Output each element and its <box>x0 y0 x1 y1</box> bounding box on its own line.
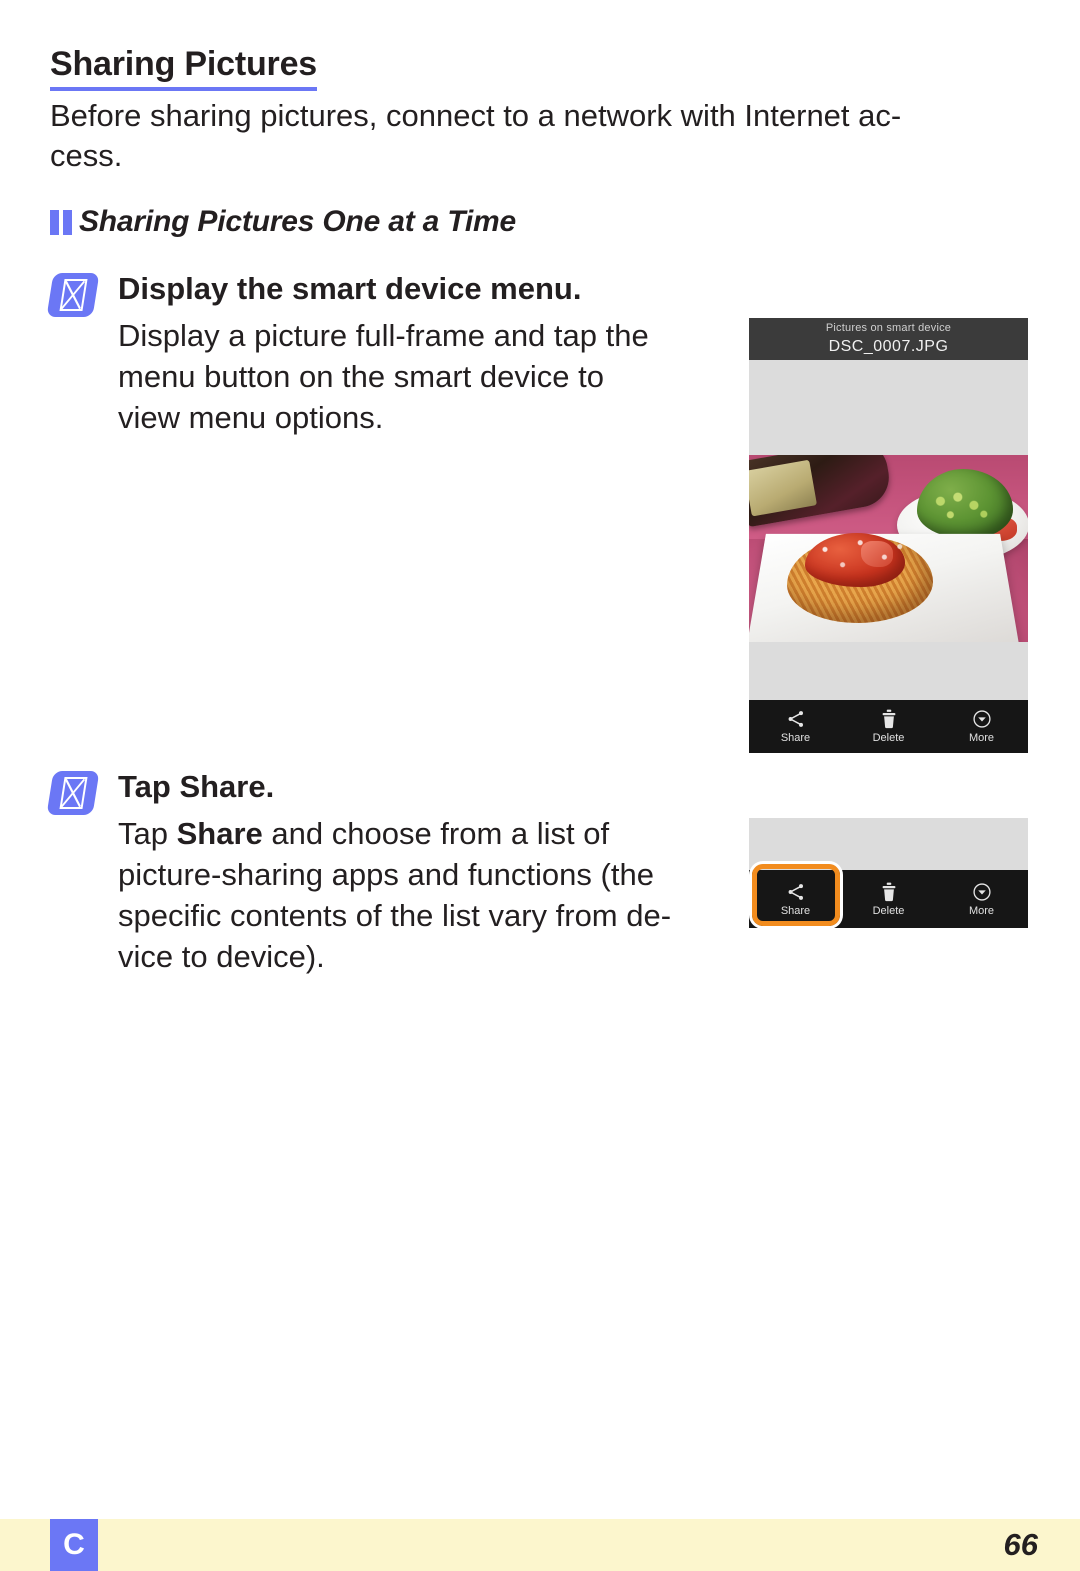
more-button-label: More <box>968 732 995 744</box>
share-button-highlighted[interactable]: Share <box>749 870 842 928</box>
intro-line-2: cess. <box>50 138 123 174</box>
subsection-heading-label: Sharing Pictures One at a Time <box>79 205 516 238</box>
page-footer: C 66 <box>0 1519 1080 1571</box>
step-1-body: Display a picture full-frame and tap the… <box>118 315 740 439</box>
step-2-body-line-2: picture-sharing apps and functions (the <box>118 856 654 892</box>
device-toolbar: Share Delete More <box>749 700 1028 753</box>
photo-spaghetti <box>749 455 1028 642</box>
device-header-caption: Pictures on smart device <box>825 322 952 334</box>
page-number: 66 <box>1003 1527 1038 1562</box>
step-2-line1-bold: Share <box>176 815 263 851</box>
delete-button[interactable]: Delete <box>842 700 935 753</box>
share-icon <box>786 708 806 730</box>
share-button-label: Share <box>780 904 811 917</box>
page-title: Sharing Pictures <box>50 47 317 91</box>
step-1-body-line-3: view menu options. <box>118 400 384 436</box>
instruction-step-1: Display the smart device menu. Display a… <box>46 270 740 439</box>
trash-icon <box>880 708 898 730</box>
smart-device-screenshot: Pictures on smart device DSC_0007.JPG Sh… <box>749 318 1028 753</box>
delete-button-label: Delete <box>872 904 905 917</box>
more-circle-chevron-icon <box>972 708 992 730</box>
double-bar-icon <box>50 209 72 235</box>
manual-page: Sharing Pictures Before sharing pictures… <box>0 0 1080 1571</box>
step-1-body-line-1: Display a picture full-frame and tap the <box>118 317 649 353</box>
step-2-title-suffix: . <box>265 769 275 804</box>
more-button[interactable]: More <box>935 700 1028 753</box>
device-header: Pictures on smart device DSC_0007.JPG <box>749 318 1028 360</box>
intro-line-1: Before sharing pictures, connect to a ne… <box>50 98 902 133</box>
intro-paragraph: Before sharing pictures, connect to a ne… <box>50 96 1030 177</box>
share-button-label: Share <box>780 732 811 744</box>
share-icon <box>786 881 806 903</box>
step-2-line1-c: and choose from a list of <box>262 815 610 851</box>
trash-icon <box>880 881 898 903</box>
device2-letterbox <box>749 818 1028 870</box>
chapter-badge: C <box>50 1519 98 1571</box>
more-button[interactable]: More <box>935 870 1028 928</box>
more-circle-chevron-icon <box>972 881 992 903</box>
smart-device-toolbar-detail: Share Delete More <box>749 818 1028 928</box>
step-2-body-line-4: vice to device). <box>118 939 325 975</box>
step-1-body-line-2: menu button on the smart device to <box>118 358 604 394</box>
step-number-badge-2 <box>46 771 100 815</box>
device-letterbox-top <box>749 360 1028 455</box>
step-2-body: Tap Share and choose from a list of pict… <box>118 813 740 978</box>
share-button[interactable]: Share <box>749 700 842 753</box>
step-2-body-line-1: Tap Share and choose from a list of <box>118 813 740 854</box>
instruction-step-2: Tap Share. Tap Share and choose from a l… <box>46 768 740 978</box>
step-2-line1-a: Tap <box>118 815 177 851</box>
subsection-heading: Sharing Pictures One at a Time <box>50 205 516 239</box>
step-2-title: Tap Share. <box>118 768 740 807</box>
missing-glyph-box-icon <box>58 279 88 311</box>
grated-cheese <box>803 535 913 583</box>
device-header-filename: DSC_0007.JPG <box>828 338 949 355</box>
step-2-body-line-3: specific contents of the list vary from … <box>118 898 672 934</box>
step-2-title-bold: Share <box>179 769 266 804</box>
step-number-badge-1 <box>46 273 100 317</box>
device-letterbox-bottom <box>749 642 1028 700</box>
delete-button-label: Delete <box>872 732 905 744</box>
delete-button[interactable]: Delete <box>842 870 935 928</box>
step-2-title-prefix: Tap <box>118 769 180 804</box>
more-button-label: More <box>968 904 995 917</box>
step-1-title: Display the smart device menu. <box>118 271 582 306</box>
missing-glyph-box-icon <box>58 777 88 809</box>
device2-toolbar: Share Delete More <box>749 870 1028 928</box>
